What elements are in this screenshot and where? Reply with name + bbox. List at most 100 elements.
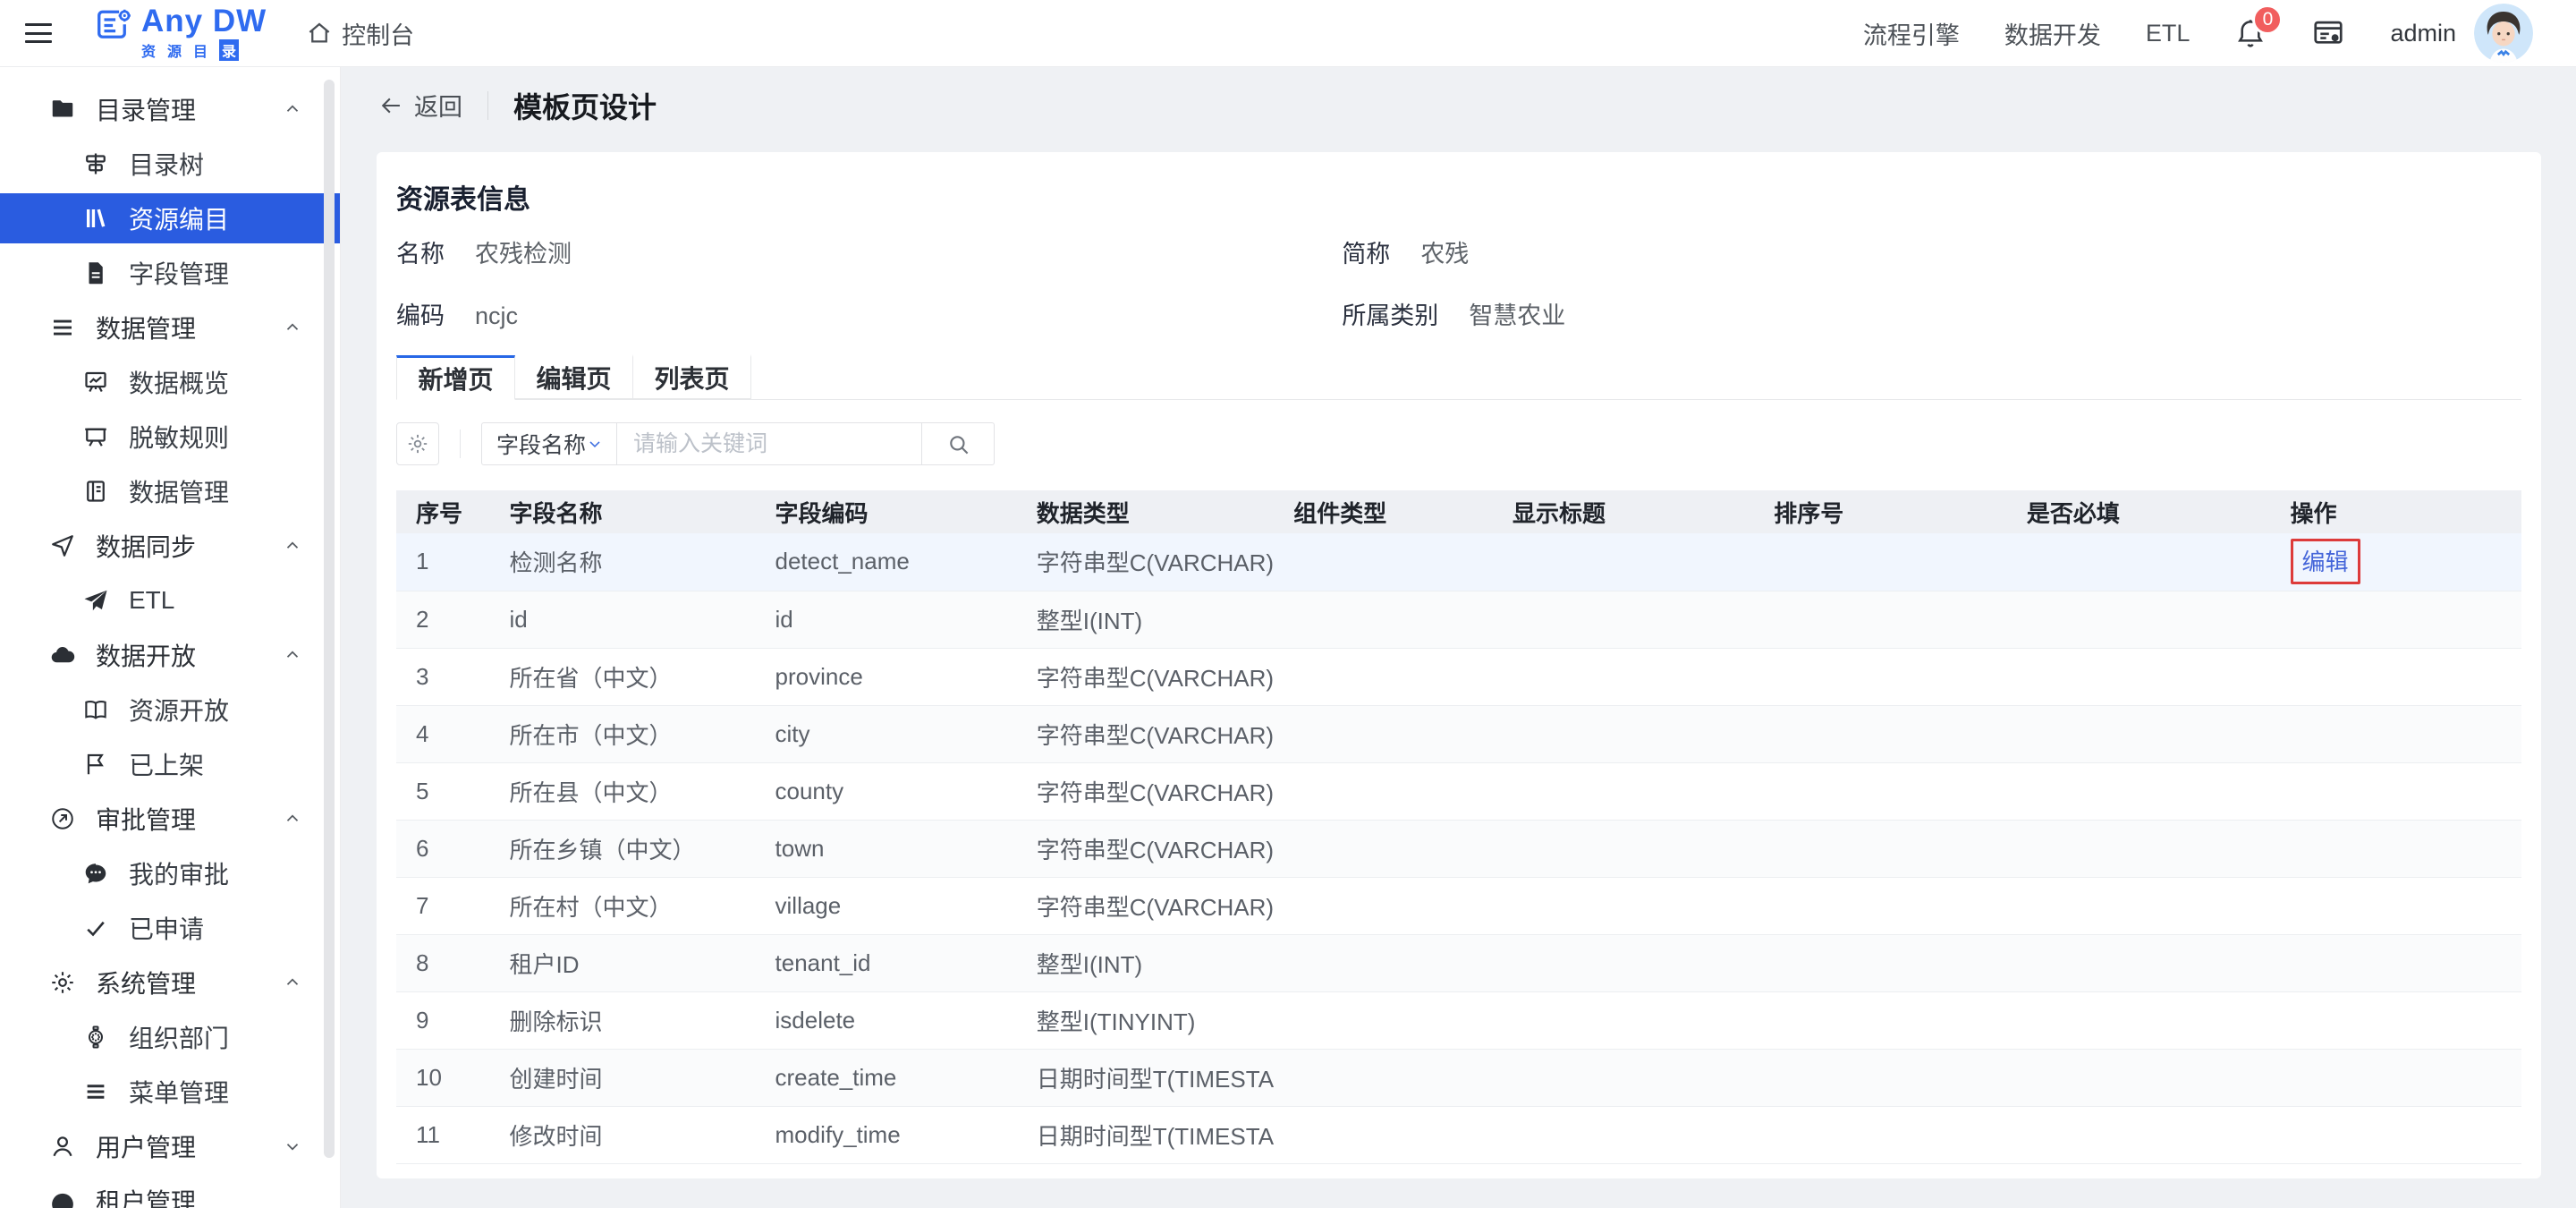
- tab-inactive[interactable]: 编辑页: [514, 354, 633, 399]
- cell-action: [2270, 762, 2521, 821]
- sidebar-toggle-icon[interactable]: [25, 23, 52, 43]
- chevron-up-icon: [283, 318, 302, 337]
- field-file-icon: [82, 259, 109, 286]
- table-toolbar: 字段名称: [396, 422, 2521, 465]
- plane-icon: [82, 587, 109, 614]
- notification-badge: 0: [2252, 4, 2284, 35]
- filter-field-select[interactable]: 字段名称: [481, 422, 617, 465]
- table-row: 8 租户ID tenant_id 整型I(INT): [396, 934, 2521, 992]
- nav-link[interactable]: 数据开发: [2004, 16, 2101, 51]
- sidebar-item[interactable]: 菜单管理: [0, 1067, 340, 1117]
- sidebar-item[interactable]: 已上架: [0, 739, 340, 789]
- table-row: 4 所在市（中文） city 字符串型C(VARCHAR): [396, 705, 2521, 763]
- column-settings-button[interactable]: [396, 422, 439, 465]
- cell-code: isdelete: [755, 991, 1017, 1050]
- nav-link[interactable]: ETL: [2146, 20, 2190, 47]
- sidebar-item[interactable]: 目录树: [0, 139, 340, 189]
- gear-icon: [49, 969, 76, 996]
- table-row: 2 id id 整型I(INT): [396, 591, 2521, 649]
- sidebar-item[interactable]: 系统管理: [0, 957, 340, 1008]
- sidebar-item-label: 资源编目: [129, 206, 230, 234]
- cell-code: county: [755, 762, 1017, 821]
- resource-info-grid: 名称 农残检测 简称 农残 编码 ncjc 所属类别 智慧农业: [396, 234, 2521, 331]
- sidebar-item-label: 脱敏规则: [129, 424, 230, 452]
- sidebar-item[interactable]: 资源开放: [0, 685, 340, 735]
- cell-required: [2006, 705, 2271, 763]
- sidebar-item[interactable]: 租户管理: [0, 1176, 340, 1208]
- cell-component: [1274, 591, 1493, 649]
- notifications-button[interactable]: 0: [2234, 4, 2284, 49]
- tab-inactive[interactable]: 列表页: [632, 354, 751, 399]
- cell-seq: 5: [396, 762, 490, 821]
- cell-required: [2006, 1049, 2271, 1107]
- cell-title: [1492, 934, 1755, 992]
- cell-code: province: [755, 648, 1017, 706]
- cell-seq: 8: [396, 934, 490, 992]
- cell-name: 所在市（中文）: [489, 705, 756, 763]
- info-field: 名称 农残检测: [396, 234, 1342, 269]
- sidebar-item-label: 数据同步: [96, 533, 197, 561]
- keyword-input-wrap: [616, 422, 922, 465]
- folder-icon: [49, 96, 76, 123]
- sidebar-item-selected[interactable]: 资源编目: [0, 193, 340, 243]
- cell-seq: 6: [396, 820, 490, 878]
- sidebar-item[interactable]: 用户管理: [0, 1121, 340, 1171]
- workbench-button[interactable]: [2311, 16, 2345, 50]
- back-button[interactable]: 返回: [378, 88, 462, 123]
- chat-icon: [82, 860, 109, 887]
- cell-name: 删除标识: [489, 991, 756, 1050]
- content-card: 资源表信息 名称 农残检测 简称 农残 编码 ncjc 所属类别 智慧农业 新增页 编辑页 列表页…: [377, 152, 2541, 1178]
- sidebar-item[interactable]: 数据开放: [0, 630, 340, 680]
- column-header: 字段名称: [489, 490, 756, 533]
- keyword-input[interactable]: [633, 430, 905, 457]
- sidebar-item[interactable]: 数据概览: [0, 357, 340, 407]
- sidebar-item[interactable]: 脱敏规则: [0, 412, 340, 462]
- cell-code: detect_name: [755, 533, 1017, 591]
- avatar[interactable]: [2474, 4, 2533, 63]
- sidebar-item[interactable]: 数据管理: [0, 302, 340, 353]
- username-label[interactable]: admin: [2390, 20, 2456, 47]
- sidebar-item-label: 目录树: [129, 151, 205, 179]
- sidebar-item[interactable]: 我的审批: [0, 848, 340, 898]
- sidebar-item[interactable]: 已申请: [0, 903, 340, 953]
- app-logo[interactable]: Any DW 资源目录: [95, 5, 267, 61]
- cell-title: [1492, 820, 1755, 878]
- cell-code: town: [755, 820, 1017, 878]
- clipboard-icon: [82, 478, 109, 505]
- table-row: 9 删除标识 isdelete 整型I(TINYINT): [396, 991, 2521, 1050]
- sidebar-item-label: 菜单管理: [129, 1079, 230, 1107]
- column-header: 序号: [396, 490, 490, 533]
- sidebar-item[interactable]: 数据管理: [0, 466, 340, 516]
- chevron-up-icon: [283, 973, 302, 992]
- sidebar-scrollbar[interactable]: [324, 80, 335, 1158]
- sidebar-item[interactable]: ETL: [0, 575, 340, 625]
- edit-link[interactable]: 编辑: [2302, 549, 2349, 575]
- sidebar-item-label: 已上架: [129, 752, 205, 779]
- sidebar-item-label: ETL: [129, 586, 175, 614]
- table-row: 11修改时间modify_time日期时间型T(TIMESTAMP): [396, 1106, 2521, 1164]
- sidebar-item[interactable]: 审批管理: [0, 794, 340, 844]
- catalog-icon: [82, 205, 109, 232]
- search-button[interactable]: [921, 422, 995, 465]
- cell-code: city: [755, 705, 1017, 763]
- table-row: 10创建时间create_time日期时间型T(TIMESTAMP): [396, 1049, 2521, 1107]
- cloud-icon: [49, 642, 76, 668]
- window-settings-icon: [2314, 21, 2343, 44]
- sidebar-item[interactable]: 数据同步: [0, 521, 340, 571]
- cell-code: village: [755, 877, 1017, 935]
- tab-active[interactable]: 新增页: [396, 355, 515, 400]
- sidebar-item[interactable]: 目录管理: [0, 84, 340, 134]
- cell-type: 字符串型C(VARCHAR): [1016, 533, 1275, 591]
- cell-order: [1754, 820, 2007, 878]
- nav-link[interactable]: 流程引擎: [1863, 16, 1960, 51]
- link-icon: [49, 805, 76, 832]
- sidebar-item[interactable]: 字段管理: [0, 248, 340, 298]
- brand-subtitle: 资源目录: [141, 39, 267, 61]
- cell-required: [2006, 1106, 2271, 1164]
- cell-required: [2006, 820, 2271, 878]
- sidebar-item-label: 数据管理: [129, 479, 230, 506]
- sidebar-item[interactable]: 组织部门: [0, 1012, 340, 1062]
- info-label: 编码: [396, 302, 445, 329]
- console-link[interactable]: 控制台: [306, 16, 414, 51]
- tree-icon: [82, 150, 109, 177]
